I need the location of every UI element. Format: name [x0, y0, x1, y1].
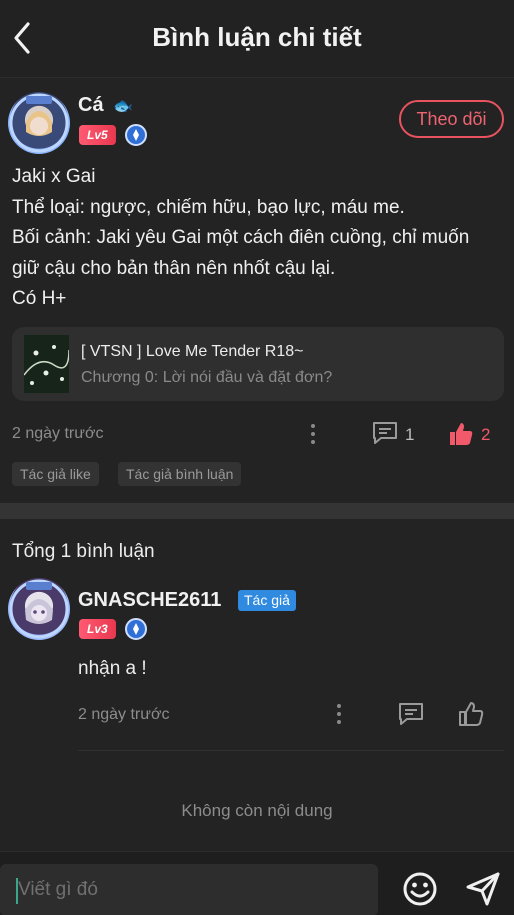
comment-count: 1 [405, 425, 415, 444]
emoji-icon[interactable] [402, 871, 438, 907]
comment-input[interactable] [18, 864, 368, 915]
chapter-thumbnail [24, 335, 69, 393]
top-bar: Bình luận chi tiết [0, 0, 514, 78]
end-of-content-label: Không còn nội dung [181, 801, 333, 820]
page-title: Bình luận chi tiết [152, 22, 362, 52]
comment-text: nhận a ! [78, 658, 147, 679]
follow-button[interactable]: Theo dõi [399, 100, 504, 138]
avatar[interactable] [8, 92, 70, 154]
comment-input-box[interactable] [0, 864, 378, 915]
author-name-text: Cá [78, 94, 104, 116]
comment-author-name[interactable]: GNASCHE2611 [78, 589, 221, 612]
avatar-image [9, 93, 69, 153]
comment-composer [0, 851, 514, 915]
more-options-button[interactable] [310, 424, 316, 446]
level-badge: Lv5 [79, 125, 116, 145]
like-count: 2 [481, 425, 491, 444]
post-author-name[interactable]: Cá 🐟 [78, 94, 133, 117]
tag-author-like: Tác giả like [12, 462, 99, 486]
post-content: Jaki x Gai Thể loại: ngược, chiếm hữu, b… [12, 166, 470, 309]
comment-more-button[interactable] [336, 704, 342, 726]
comment-level-badge: Lv3 [79, 619, 116, 639]
section-divider [0, 503, 514, 519]
like-icon[interactable] [448, 421, 474, 447]
comment-separator [78, 750, 504, 751]
chapter-title: [ VTSN ] Love Me Tender R18~ [81, 343, 304, 360]
post-time: 2 ngày trước [12, 425, 104, 442]
tag-author-comment: Tác giả bình luận [118, 462, 242, 486]
comment-total: Tổng 1 bình luận [12, 541, 155, 562]
fish-icon: 🐟 [113, 98, 134, 115]
comment-avatar-image [9, 579, 69, 639]
send-icon[interactable] [465, 871, 501, 907]
thumbs-up-icon[interactable] [458, 701, 484, 727]
chapter-link-card[interactable]: [ VTSN ] Love Me Tender R18~ Chương 0: L… [12, 327, 504, 401]
comment-rank-badge-icon [125, 618, 147, 640]
comment-icon[interactable] [372, 421, 398, 445]
comment-avatar[interactable] [8, 578, 70, 640]
rank-badge-icon [125, 124, 147, 146]
chapter-subtitle: Chương 0: Lời nói đầu và đặt đơn? [81, 369, 333, 386]
author-tag-badge: Tác giả [238, 590, 296, 611]
reply-icon[interactable] [398, 702, 424, 726]
comment-time: 2 ngày trước [78, 706, 170, 723]
